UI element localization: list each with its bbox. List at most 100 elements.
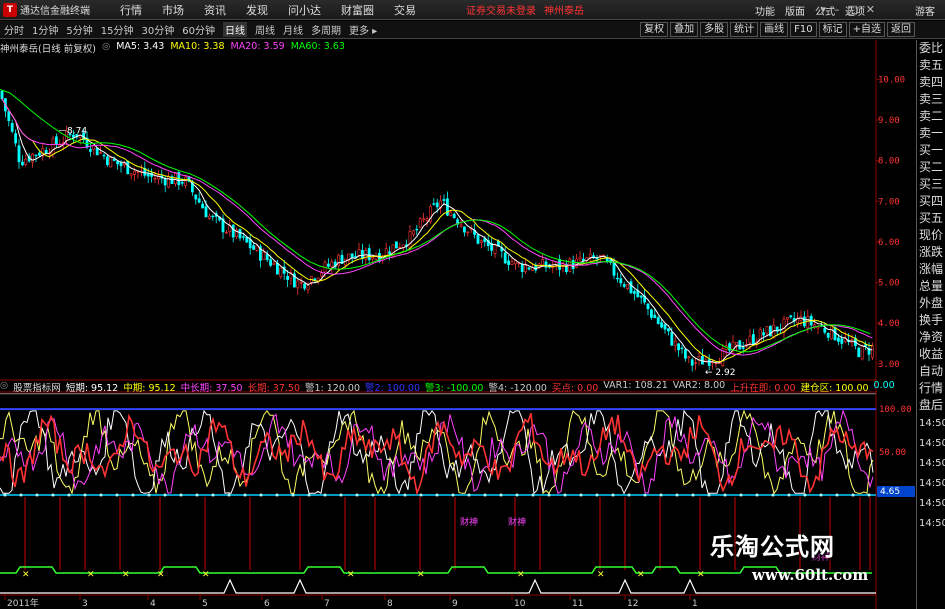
candle-body (238, 229, 242, 239)
candle-body (673, 340, 677, 346)
minimize-icon[interactable]: – (834, 3, 840, 16)
side-panel-item[interactable]: 14:50 (917, 494, 945, 514)
zero-dot (243, 493, 247, 497)
side-panel-item[interactable]: 14:50 (917, 514, 945, 534)
candle-body (840, 338, 844, 344)
menu-layout[interactable]: 版面 (785, 3, 805, 18)
zero-dot (739, 493, 743, 497)
candle-body (629, 281, 633, 294)
candle-body (388, 251, 392, 255)
indicator-value-8: 买点: 0.00 (551, 383, 599, 394)
candle-body (595, 257, 599, 260)
zero-dot (595, 493, 599, 497)
kline-chart[interactable]: 10.009.008.007.006.005.004.003.008.74← 2… (0, 40, 916, 609)
menu-item[interactable]: 行情 (120, 2, 142, 18)
candle-body (252, 245, 256, 250)
zero-dot (131, 493, 135, 497)
candle-body (479, 240, 483, 243)
tf-60min[interactable]: 60分钟 (182, 22, 215, 37)
candle-body (619, 278, 623, 284)
candle-body (99, 152, 103, 154)
tf-30min[interactable]: 30分钟 (141, 22, 174, 37)
candle-body (615, 277, 619, 280)
side-panel-item[interactable]: 14:50 (917, 474, 945, 494)
tf-daily[interactable]: 日线 (222, 22, 247, 37)
tf-multi[interactable]: 多周期 (311, 22, 341, 37)
ma5-line (1, 98, 873, 364)
tf-1min[interactable]: 1分钟 (32, 22, 58, 37)
add-watchlist-button[interactable]: +自选 (848, 22, 885, 37)
menu-item[interactable]: 发现 (246, 2, 268, 18)
candle-body (762, 332, 766, 336)
zero-dot (371, 493, 375, 497)
indicator-toggle-icon[interactable]: ◎ (0, 380, 8, 393)
adjust-button[interactable]: 复权 (640, 22, 669, 37)
side-panel-item: 卖三 (919, 92, 944, 106)
candle-body (299, 282, 303, 284)
indicator-value-tag-text: 4.65 (880, 487, 900, 497)
candle-body (751, 334, 755, 345)
side-panel-item[interactable]: 14:50 (917, 434, 945, 454)
maximize-icon[interactable]: □ (847, 3, 857, 16)
menu-item[interactable]: 财富圈 (341, 2, 374, 18)
candle-body (7, 111, 11, 121)
candle-body (802, 316, 806, 327)
zero-dot (291, 493, 295, 497)
ma-toggle-icon[interactable]: ◎ (102, 41, 110, 55)
side-panel-item: 现价 (919, 228, 944, 242)
side-panel-item[interactable]: 盘后 (917, 397, 945, 414)
close-icon[interactable]: ✕ (866, 3, 875, 16)
candle-body (830, 325, 834, 339)
candle-body (741, 347, 745, 349)
indicator-name[interactable]: 股票指标网 (13, 380, 61, 394)
ma60-line (0, 89, 871, 353)
tf-weekly[interactable]: 周线 (255, 22, 275, 37)
side-panel-item[interactable]: 自动 (917, 363, 945, 380)
zero-dot (723, 493, 727, 497)
back-button[interactable]: 返回 (887, 22, 915, 37)
candle-body (326, 263, 330, 267)
draw-button[interactable]: 画线 (760, 22, 789, 37)
toolbar-right: 复权 叠加 多股 统计 画线 F10 标记 +自选 返回 (638, 22, 915, 37)
menu-item[interactable]: 交易 (394, 2, 416, 18)
candle-body (279, 267, 283, 277)
mark-button[interactable]: 标记 (818, 22, 847, 37)
candle-body (51, 138, 55, 155)
tf-more[interactable]: 更多 ▸ (349, 22, 377, 37)
side-panel-item[interactable]: 行情 (917, 380, 945, 397)
overlay-button[interactable]: 叠加 (670, 22, 699, 37)
stats-button[interactable]: 统计 (730, 22, 759, 37)
f10-button[interactable]: F10 (790, 22, 817, 37)
guest-label[interactable]: 游客 (915, 3, 935, 18)
side-panel-item[interactable]: 14:50 (917, 454, 945, 474)
candle-body (269, 259, 273, 266)
ma10-line (1, 98, 873, 363)
watermark: 乐淘公式网 www.60lt.com (710, 527, 910, 609)
tf-15min[interactable]: 15分钟 (101, 22, 134, 37)
tf-minute[interactable]: 分时 (4, 22, 24, 37)
candle-body (660, 322, 664, 328)
side-panel-item: 买三 (919, 177, 944, 191)
side-panel-item: 卖四 (919, 75, 944, 89)
zero-dot (499, 493, 503, 497)
multi-stock-button[interactable]: 多股 (700, 22, 729, 37)
side-panel-item: 委比 (919, 41, 944, 55)
zero-dot (35, 493, 39, 497)
candle-body (337, 254, 341, 267)
tf-5min[interactable]: 5分钟 (66, 22, 92, 37)
candle-body (245, 237, 249, 243)
candle-body (544, 261, 548, 268)
side-panel-item: 买五 (919, 211, 944, 225)
menu-function[interactable]: 功能 (755, 3, 775, 18)
window-menu-icon[interactable]: ▾ (820, 3, 826, 16)
zero-dot (259, 493, 263, 497)
tf-monthly[interactable]: 月线 (283, 22, 303, 37)
menu-item[interactable]: 资讯 (204, 2, 226, 18)
menu-item[interactable]: 问小达 (288, 2, 321, 18)
menu-item[interactable]: 市场 (162, 2, 184, 18)
login-alert[interactable]: 证券交易未登录 (466, 2, 536, 17)
candle-body (357, 249, 361, 257)
side-panel-item[interactable]: 14:50 (917, 414, 945, 434)
signal-mark: ✕ (517, 570, 525, 580)
ma20-line (1, 98, 873, 356)
